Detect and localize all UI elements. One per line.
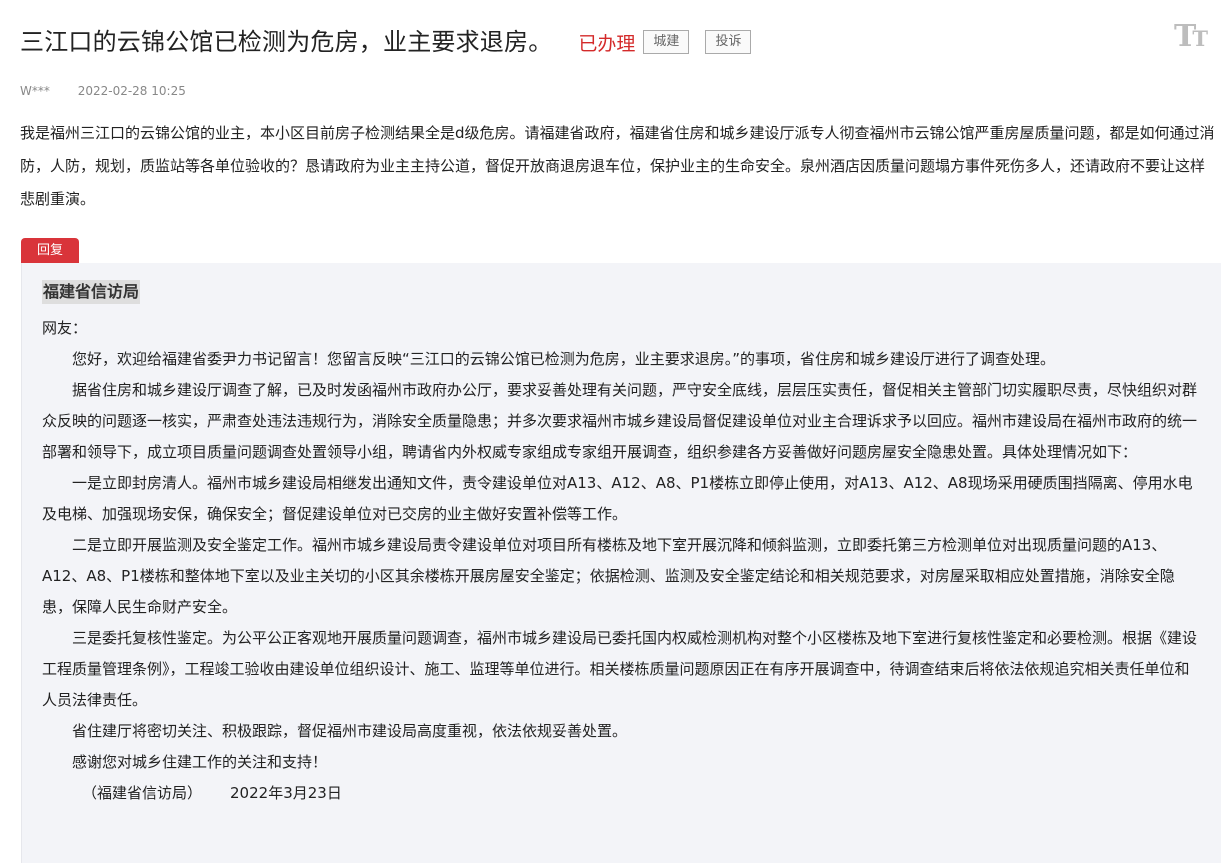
reply-paragraph: 二是立即开展监测及安全鉴定工作。福州市城乡建设局责令建设单位对项目所有楼栋及地下…: [42, 536, 1175, 616]
reply-paragraph: 三是委托复核性鉴定。为公平公正客观地开展质量问题调查，福州市城乡建设局已委托国内…: [42, 629, 1198, 709]
status-badge: 已办理: [578, 32, 636, 55]
reply-paragraph: 据省住房和城乡建设厅调查了解，已及时发函福州市政府办公厅，要求妥善处理有关问题，…: [42, 381, 1198, 461]
reply-salutation: 网友：: [42, 319, 88, 337]
reply-paragraph: 一是立即封房清人。福州市城乡建设局相继发出通知文件，责令建设单位对A13、A12…: [42, 474, 1193, 523]
type-tag[interactable]: 投诉: [705, 30, 752, 54]
question-body: 我是福州三江口的云锦公馆的业主，本小区目前房子检测结果全是d级危房。请福建省政府…: [20, 124, 1215, 208]
author-name: W***: [20, 84, 50, 98]
category-tag[interactable]: 城建: [643, 30, 690, 54]
page-header: 三江口的云锦公馆已检测为危房，业主要求退房。 已办理 城建 投诉: [20, 22, 1225, 62]
reply-paragraph: 您好，欢迎给福建省委尹力书记留言！您留言反映“三江口的云锦公馆已检测为危房，业主…: [72, 350, 1056, 368]
font-size-small-glyph: T: [1192, 26, 1208, 51]
signature-org: （福建省信访局）: [82, 784, 203, 802]
post-meta: W*** 2022-02-28 10:25: [20, 84, 186, 98]
reply-paragraph: 感谢您对城乡住建工作的关注和支持！: [72, 753, 328, 771]
signature-date: 2022年3月23日: [230, 784, 342, 802]
page-title: 三江口的云锦公馆已检测为危房，业主要求退房。: [20, 28, 553, 56]
font-size-large-glyph: T: [1174, 19, 1196, 54]
reply-content: 福建省信访局 网友： 您好，欢迎给福建省委尹力书记留言！您留言反映“三江口的云锦…: [42, 277, 1200, 809]
reply-org: 福建省信访局: [42, 280, 141, 304]
post-date: 2022-02-28 10:25: [77, 84, 186, 98]
reply-tab: 回复: [21, 238, 79, 263]
reply-paragraph: 省住建厅将密切关注、积极跟踪，督促福州市建设局高度重视，依法依规妥善处置。: [72, 722, 628, 740]
reply-signature: （福建省信访局） 2022年3月23日: [42, 778, 1200, 809]
reply-panel: 福建省信访局 网友： 您好，欢迎给福建省委尹力书记留言！您留言反映“三江口的云锦…: [21, 263, 1221, 863]
font-size-icon[interactable]: TT: [1174, 20, 1208, 54]
